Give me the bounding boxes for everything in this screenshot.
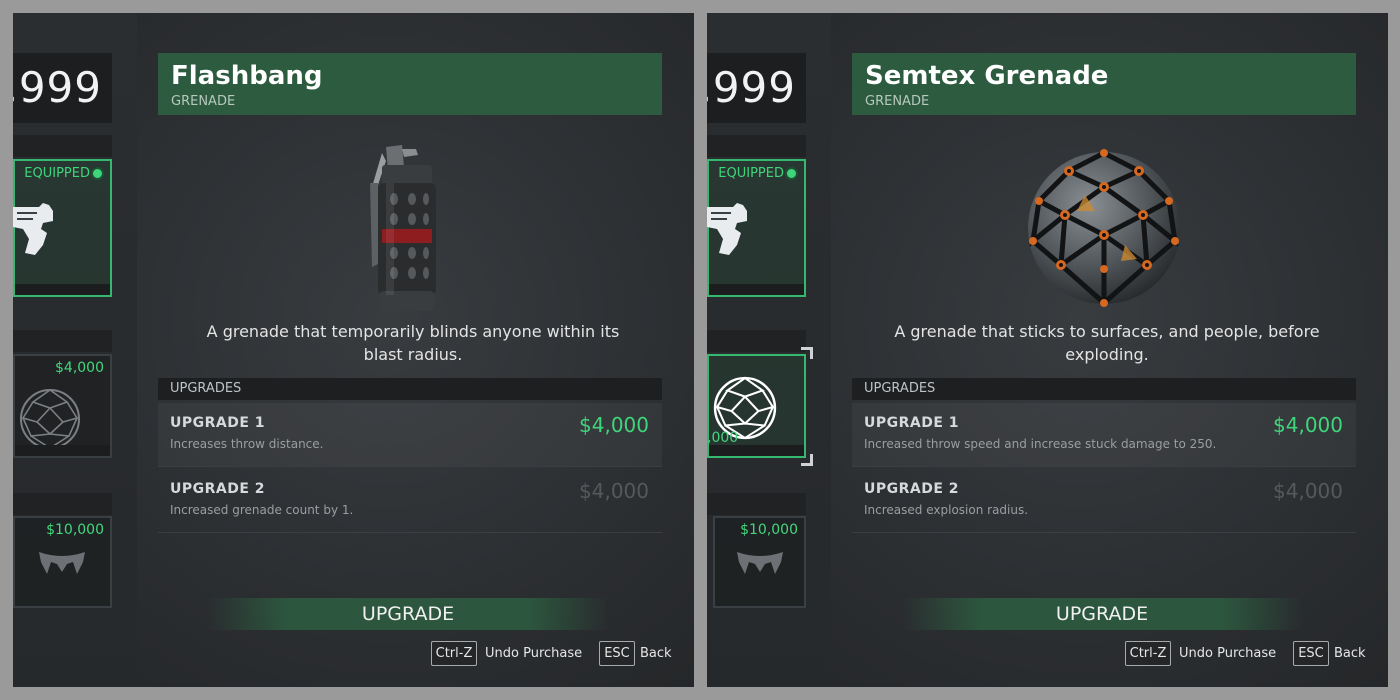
gear-card-sphere-selected[interactable]: ,000 [707,354,806,458]
loadout-sidebar: ,999 EQUIPPED $4,000 $10,000 [13,13,137,687]
money-amount: ,999 [13,63,102,112]
upgrade-row-2[interactable]: UPGRADE 2 Increased explosion radius. $4… [852,469,1356,533]
pistol-icon [707,203,747,255]
equipped-label: EQUIPPED [24,166,90,181]
upgrade-price: $4,000 [579,479,649,503]
upgrades-header: UPGRADES [158,378,662,400]
gear-card-fangs[interactable]: $10,000 [13,516,112,608]
upgrade-title: UPGRADE 2 [864,481,960,497]
flashbang-grenade-icon [370,145,436,311]
upgrade-button[interactable]: UPGRADE [902,598,1302,630]
undo-purchase-label: Undo Purchase [1179,646,1277,661]
equipped-label: EQUIPPED [718,166,784,181]
money-display: ,999 [707,53,806,123]
upgrade-description: Increased throw speed and increase stuck… [864,437,1217,451]
upgrade-title: UPGRADE 2 [170,481,266,497]
item-description: A grenade that temporarily blinds anyone… [206,322,620,364]
item-category: GRENADE [171,94,236,109]
card-price: $10,000 [46,522,104,538]
sidebar-divider [707,135,806,157]
upgrade-price: $4,000 [1273,413,1343,437]
card-price: ,000 [707,430,739,446]
item-name: Semtex Grenade [865,61,1109,91]
shop-screen-flashbang: ,999 EQUIPPED $4,000 $10,000 Flashbang G… [13,13,694,687]
sidebar-divider [13,135,112,157]
item-title-bar: Flashbang GRENADE [158,53,662,115]
undo-key-hint[interactable]: Ctrl-Z [1125,641,1171,666]
card-price: $4,000 [55,360,104,376]
upgrade-title: UPGRADE 1 [170,415,266,431]
sidebar-divider [707,330,806,352]
upgrade-row-1[interactable]: UPGRADE 1 Increased throw speed and incr… [852,403,1356,467]
upgrade-description: Increased explosion radius. [864,503,1029,517]
upgrade-price: $4,000 [1273,479,1343,503]
fangs-icon [39,552,85,574]
upgrade-description: Increased grenade count by 1. [170,503,354,517]
card-footer [709,284,804,295]
back-label: Back [1334,646,1366,661]
undo-purchase-label: Undo Purchase [485,646,583,661]
status-dot-icon [785,167,798,180]
upgrade-button[interactable]: UPGRADE [208,598,608,630]
card-footer [709,445,804,456]
back-label: Back [640,646,672,661]
card-footer [15,445,110,456]
upgrade-description: Increases throw distance. [170,437,324,451]
upgrade-row-1[interactable]: UPGRADE 1 Increases throw distance. $4,0… [158,403,662,467]
sidebar-divider [13,493,112,515]
semtex-grenade-icon [1028,149,1180,307]
status-dot-icon [91,167,104,180]
fangs-icon [737,552,783,574]
focus-bracket [801,347,813,359]
item-category: GRENADE [865,94,930,109]
upgrade-price: $4,000 [579,413,649,437]
item-name: Flashbang [171,61,323,91]
loadout-sidebar: ,999 EQUIPPED ,000 $10,000 [707,13,831,687]
gear-card-sphere[interactable]: $4,000 [13,354,112,458]
geodesic-sphere-icon [20,389,80,449]
item-title-bar: Semtex Grenade GRENADE [852,53,1356,115]
gear-card-fangs[interactable]: $10,000 [713,516,806,608]
focus-bracket [801,454,813,466]
upgrade-title: UPGRADE 1 [864,415,960,431]
esc-key-hint[interactable]: ESC [599,641,635,666]
upgrades-header: UPGRADES [852,378,1356,400]
money-display: ,999 [13,53,112,123]
upgrade-row-2[interactable]: UPGRADE 2 Increased grenade count by 1. … [158,469,662,533]
equipped-weapon-card[interactable]: EQUIPPED [707,159,806,297]
card-footer [15,284,110,295]
pistol-icon [13,203,53,255]
equipped-weapon-card[interactable]: EQUIPPED [13,159,112,297]
shop-screen-semtex: ,999 EQUIPPED ,000 $10,000 Semtex Grenad… [707,13,1388,687]
sidebar-divider [707,493,806,515]
item-description: A grenade that sticks to surfaces, and p… [894,322,1320,364]
sidebar-divider [13,330,112,352]
esc-key-hint[interactable]: ESC [1293,641,1329,666]
card-price: $10,000 [740,522,798,538]
undo-key-hint[interactable]: Ctrl-Z [431,641,477,666]
money-amount: ,999 [707,63,796,112]
